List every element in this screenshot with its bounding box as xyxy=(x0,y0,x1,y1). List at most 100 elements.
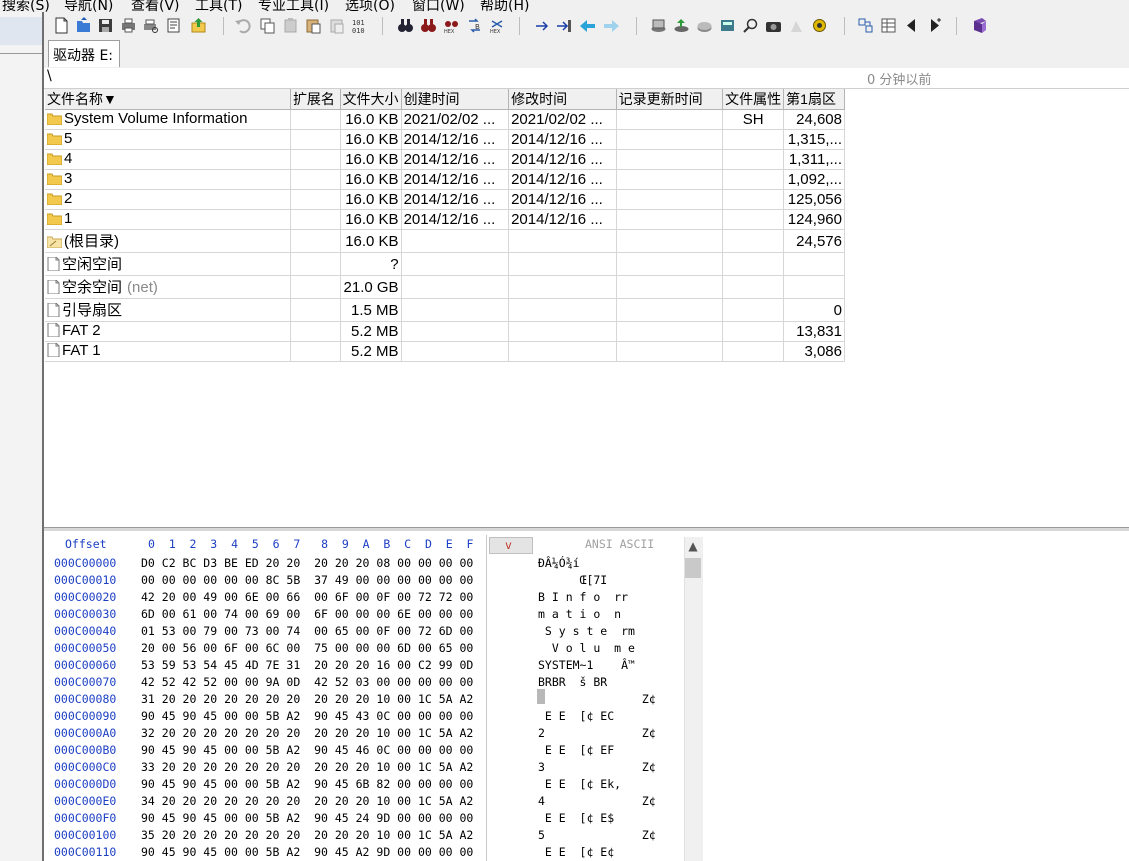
col-header-created[interactable]: 创建时间 xyxy=(401,89,510,110)
replace-hex-icon[interactable]: HEX xyxy=(489,17,506,34)
hex-scrollbar[interactable] xyxy=(684,537,703,861)
col-header-record-updated[interactable]: 记录更新时间 xyxy=(616,89,724,110)
hex-bytes[interactable]: 42 52 42 52 00 00 9A 0D 42 52 03 00 00 0… xyxy=(141,675,473,689)
hex-bytes[interactable]: 32 20 20 20 20 20 20 20 20 20 20 10 00 1… xyxy=(141,726,473,740)
horizontal-splitter[interactable] xyxy=(44,527,1129,531)
save-icon[interactable] xyxy=(97,17,114,34)
col-header-size[interactable]: 文件大小 xyxy=(340,89,402,110)
hex-ascii[interactable]: 3 Z¢ xyxy=(538,760,656,774)
hex-ascii[interactable]: E E [¢ E$ xyxy=(538,811,614,825)
hex-ascii[interactable]: 2 Z¢ xyxy=(538,726,656,740)
replace-text-icon[interactable]: B xyxy=(466,17,483,34)
hex-ascii[interactable]: m a t i o n xyxy=(538,607,621,621)
table-row[interactable]: 空余空间 (net) 21.0 GB xyxy=(45,275,845,299)
hex-ascii[interactable]: Œ[7I xyxy=(538,573,608,587)
hex-ascii[interactable]: SYSTEM~1 Â™ xyxy=(538,658,635,672)
hex-bytes[interactable]: 01 53 00 79 00 73 00 74 00 65 00 0F 00 7… xyxy=(141,624,473,638)
table-row[interactable]: System Volume Information 16.0 KB 2021/02/… xyxy=(45,109,845,130)
prev-sector-icon[interactable] xyxy=(903,17,920,34)
hex-ascii[interactable]: BRBR š BR xyxy=(538,675,607,689)
next-sector-icon[interactable] xyxy=(926,17,943,34)
print-icon[interactable] xyxy=(120,17,137,34)
convert-binary-icon[interactable]: 101010 xyxy=(351,17,368,34)
hex-ascii[interactable]: S y s t e rm xyxy=(538,624,635,638)
paste-icon[interactable] xyxy=(282,17,299,34)
col-header-attributes[interactable]: 文件属性 xyxy=(722,89,785,110)
table-row[interactable]: 空闲空间? xyxy=(45,252,845,276)
col-header-name[interactable]: 文件名称▼ xyxy=(45,89,291,110)
settings-gear-icon[interactable] xyxy=(811,17,828,34)
table-row[interactable]: 5 16.0 KB 2014/12/16 ... 2014/12/16 ... 1,31… xyxy=(45,129,845,150)
hex-view[interactable]: Offset 0 1 2 3 4 5 6 7 8 9 A B C D E F 0… xyxy=(44,533,704,861)
calculator-icon[interactable] xyxy=(719,17,736,34)
hex-bytes[interactable]: 90 45 90 45 00 00 5B A2 90 45 46 0C 00 0… xyxy=(141,743,473,757)
hex-ascii[interactable]: E E [¢ E¢ xyxy=(538,845,614,859)
left-pane[interactable] xyxy=(0,12,43,861)
hex-bytes[interactable]: 31 20 20 20 20 20 20 20 20 20 20 10 00 1… xyxy=(141,692,473,706)
hex-bytes[interactable]: D0 C2 BC D3 BE ED 20 20 20 20 20 08 00 0… xyxy=(141,556,473,570)
hex-ascii[interactable]: E E [¢ Ek‚ xyxy=(538,777,621,791)
hex-bytes[interactable]: 90 45 90 45 00 00 5B A2 90 45 43 0C 00 0… xyxy=(141,709,473,723)
paste-into-icon[interactable] xyxy=(305,17,322,34)
hex-ascii[interactable]: E E [¢ EF xyxy=(538,743,614,757)
current-path[interactable]: \ xyxy=(47,68,52,84)
undo-icon[interactable] xyxy=(234,17,251,34)
hex-ascii[interactable]: E E [¢ EC xyxy=(538,709,614,723)
hex-ascii[interactable]: V o l u m e xyxy=(538,641,635,655)
scroll-up-icon[interactable]: ▲ xyxy=(685,538,701,554)
template-icon[interactable] xyxy=(880,17,897,34)
clipboard-icon[interactable] xyxy=(328,17,345,34)
col-header-first-sector[interactable]: 第1扇区 xyxy=(783,89,845,110)
goto-offset-icon[interactable] xyxy=(534,17,551,34)
hex-bytes[interactable]: 53 59 53 54 45 4D 7E 31 20 20 20 16 00 C… xyxy=(141,658,473,672)
export-icon[interactable] xyxy=(190,17,207,34)
hex-ascii[interactable]: 1 Z¢ xyxy=(538,692,656,706)
table-row[interactable]: 2 16.0 KB 2014/12/16 ... 2014/12/16 ... 125,… xyxy=(45,189,845,210)
hex-bytes[interactable]: 90 45 90 45 00 00 5B A2 90 45 A2 9D 00 0… xyxy=(141,845,473,859)
hex-scroll-thumb[interactable] xyxy=(685,558,701,578)
disk-clone-icon[interactable] xyxy=(696,17,713,34)
disk-tools-icon[interactable] xyxy=(673,17,690,34)
view-mode-toggle[interactable]: v xyxy=(489,537,533,554)
help-book-icon[interactable] xyxy=(971,17,988,34)
table-row[interactable]: FAT 2 5.2 MB 13,831 xyxy=(45,321,845,342)
charset-label[interactable]: ANSI ASCII xyxy=(585,537,654,551)
table-row[interactable]: 4 16.0 KB 2014/12/16 ... 2014/12/16 ... 1,31… xyxy=(45,149,845,170)
hex-ascii[interactable]: ĐÂ¼Ó¾í xyxy=(538,556,580,570)
table-row[interactable]: (根目录) 16.0 KB 24,576 xyxy=(45,229,845,253)
hex-bytes[interactable]: 33 20 20 20 20 20 20 20 20 20 20 10 00 1… xyxy=(141,760,473,774)
open-icon[interactable] xyxy=(75,17,92,34)
col-header-ext[interactable]: 扩展名 xyxy=(290,89,341,110)
hex-bytes[interactable]: 35 20 20 20 20 20 20 20 20 20 20 10 00 1… xyxy=(141,828,473,842)
find-hex-icon[interactable]: HEX xyxy=(443,17,460,34)
col-header-modified[interactable]: 修改时间 xyxy=(508,89,617,110)
copy-icon[interactable] xyxy=(259,17,276,34)
hex-bytes[interactable]: 90 45 90 45 00 00 5B A2 90 45 6B 82 00 0… xyxy=(141,777,473,791)
new-file-icon[interactable] xyxy=(53,17,70,34)
hex-ascii[interactable]: 5 Z¢ xyxy=(538,828,656,842)
search-icon[interactable] xyxy=(742,17,759,34)
goto-sector-icon[interactable] xyxy=(556,17,573,34)
hex-bytes[interactable]: 20 00 56 00 6F 00 6C 00 75 00 00 00 6D 0… xyxy=(141,641,473,655)
hex-ascii[interactable]: B I n f o rr xyxy=(538,590,628,604)
data-interpreter-icon[interactable] xyxy=(857,17,874,34)
left-pane-selection[interactable] xyxy=(0,17,42,45)
text-file-icon[interactable] xyxy=(788,17,805,34)
table-row[interactable]: FAT 1 5.2 MB 3,086 xyxy=(45,341,845,362)
hex-bytes[interactable]: 34 20 20 20 20 20 20 20 20 20 20 10 00 1… xyxy=(141,794,473,808)
find-text-icon[interactable] xyxy=(420,17,437,34)
print-preview-icon[interactable] xyxy=(142,17,159,34)
table-row[interactable]: 3 16.0 KB 2014/12/16 ... 2014/12/16 ... 1,09… xyxy=(45,169,845,190)
table-row[interactable]: 1 16.0 KB 2014/12/16 ... 2014/12/16 ... 124,… xyxy=(45,209,845,230)
hex-bytes[interactable]: 00 00 00 00 00 00 8C 5B 37 49 00 00 00 0… xyxy=(141,573,473,587)
open-disk-icon[interactable] xyxy=(650,17,667,34)
hex-ascii[interactable]: 4 Z¢ xyxy=(538,794,656,808)
hex-bytes[interactable]: 6D 00 61 00 74 00 69 00 6F 00 00 00 6E 0… xyxy=(141,607,473,621)
hex-bytes[interactable]: 42 20 00 49 00 6E 00 66 00 6F 00 0F 00 7… xyxy=(141,590,473,604)
camera-icon[interactable] xyxy=(765,17,782,34)
find-icon[interactable] xyxy=(397,17,414,34)
back-arrow-icon[interactable] xyxy=(579,17,596,34)
properties-icon[interactable] xyxy=(165,17,182,34)
table-row[interactable]: 引导扇区 1.5 MB 0 xyxy=(45,298,845,322)
hex-bytes[interactable]: 90 45 90 45 00 00 5B A2 90 45 24 9D 00 0… xyxy=(141,811,473,825)
